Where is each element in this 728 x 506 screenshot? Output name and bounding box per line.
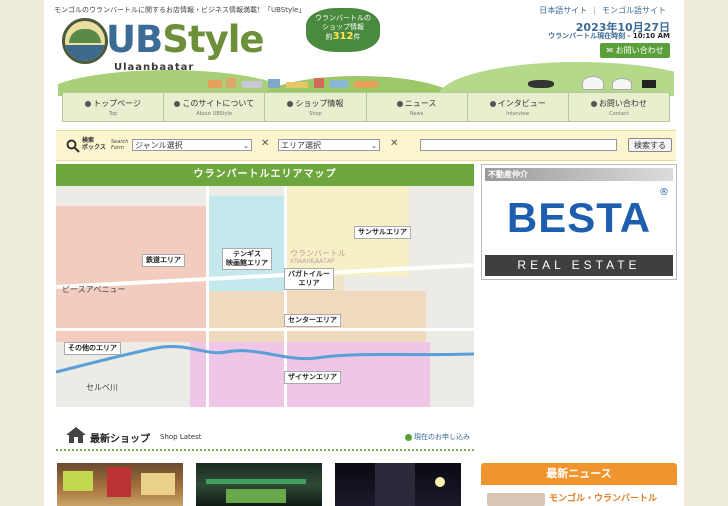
search-button[interactable]: 検索する [628,138,672,152]
main-navigation: トップページ Top このサイトについて About UBStyle ショップ情報 S… [62,92,670,122]
latest-shops-filter-label: 現在のお申し込み [414,433,470,441]
river-icon [56,345,474,374]
page: モンゴルのウランバートルに関するお店情報・ビジネス情報満載！「UBStyle」 … [44,0,684,506]
nav-news[interactable]: ニュース News [367,93,468,121]
besta-tagline: REAL ESTATE [485,255,673,276]
nav-bullet-icon [590,100,597,107]
nav-about-label: このサイトについて [182,99,255,108]
registered-mark: ® [659,187,669,198]
shop-thumbnail[interactable] [57,463,183,506]
news-item-title[interactable]: モンゴル・ウランバートル [549,491,657,504]
keyword-input[interactable] [420,139,617,151]
area-map-title: ウランバートルエリアマップ [56,164,474,186]
latest-news-heading: 最新ニュース [481,463,677,485]
latest-news-panel: 最新ニュース モンゴル・ウランバートル [481,463,677,506]
map-text-ub-mn: УЛААНБААТАР [290,258,335,265]
shop-count-number: 312 [332,31,354,42]
map-text-selbe-river: セルベ川 [86,383,118,392]
logo-style: Style [162,18,264,61]
contact-button-label: お問い合わせ [615,46,664,55]
nav-bullet-icon [287,100,294,107]
nav-contact-en: Contact [609,111,629,117]
besta-logo: BESTA ® REAL ESTATE [485,183,673,276]
time-label: ウランバートル現在時刻 - [548,32,633,40]
nav-contact-label: お問い合わせ [598,99,647,108]
nav-top-label: トップページ [93,99,141,108]
latest-shops-header: 最新ショップ Shop Latest 現在のお申し込み [56,421,474,451]
shop-count-suffix: 件 [353,33,361,41]
label-tengis-line1: テンギス [233,250,261,258]
nav-interview-en: Interview [506,111,530,117]
label-bagatoiruu-line2: エリア [298,279,320,287]
label-railway-area[interactable]: 鉄道エリア [142,254,185,267]
label-sansar-area[interactable]: サンサルエリア [354,226,411,239]
nav-shop[interactable]: ショップ情報 Shop [265,93,367,121]
search-box: 検索 ボックス Search Form ジャンル選択 ⌄ ✕ エリア選択 ⌄ ✕ 検索す… [56,130,676,161]
latest-shops-filter-link[interactable]: 現在のお申し込み [405,432,470,442]
search-label-line2: ボックス [82,144,106,151]
nav-shop-en: Shop [309,111,322,117]
search-label-en-line2: Form [111,145,124,151]
shop-count-line1: ウランバートルの [315,14,371,22]
shop-count-prefix: 約 [325,33,333,41]
nav-bullet-icon [85,100,92,107]
lang-link-mongolian[interactable]: モンゴル語サイト [602,6,666,15]
bullet-icon [405,433,412,441]
magnifier-icon [66,139,80,153]
real-estate-banner[interactable]: 不動産仲介 BESTA ® REAL ESTATE [481,164,677,280]
nav-contact[interactable]: お問い合わせ Contact [569,93,669,121]
site-tagline: モンゴルのウランバートルに関するお店情報・ビジネス情報満載！「UBStyle」 [54,6,306,14]
search-label: 検索 ボックス [82,137,106,151]
label-other-area[interactable]: その他のエリア [64,342,121,355]
house-icon [66,427,86,443]
nav-news-en: News [409,111,424,117]
nav-about-en: About UBStyle [196,111,233,117]
latest-shops-title: 最新ショップ [90,434,150,445]
genre-select[interactable]: ジャンル選択 ⌄ [132,139,252,151]
besta-brand: BESTA [506,194,652,241]
area-map-image[interactable]: 鉄道エリア テンギス 映画館エリア サンサルエリア バガトイルー エリア センターエ… [56,186,474,407]
nav-shop-label: ショップ情報 [295,99,344,108]
nav-interview-label: インタビュー [497,99,546,108]
real-estate-heading: 不動産仲介 [485,168,673,181]
language-links: 日本語サイト | モンゴル語サイト [539,6,666,15]
latest-shops-title-en: Shop Latest [160,433,202,441]
label-bagatoiruu-area[interactable]: バガトイルー エリア [284,268,334,290]
nav-about[interactable]: このサイトについて About UBStyle [164,93,266,121]
map-text-peace-avenue: ピースアベニュー [62,285,126,294]
area-map: ウランバートルエリアマップ 鉄道エリア テンギス 映画館エリア サンサルエリア バ… [56,164,474,407]
shop-thumbnail[interactable] [335,463,461,506]
nav-bullet-icon [489,100,496,107]
times-separator: ✕ [261,138,270,149]
search-label-en: Search Form [111,139,128,151]
area-select-value: エリア選択 [281,141,321,150]
shop-count-badge: ウランバートルの ショップ情報 約312件 [306,8,380,52]
current-time: ウランバートル現在時刻 - 10:10 AM [548,31,670,41]
lang-link-japanese[interactable]: 日本語サイト [539,6,587,15]
chevron-down-icon: ⌄ [243,142,249,150]
nav-top[interactable]: トップページ Top [63,93,165,121]
genre-select-value: ジャンル選択 [135,141,183,150]
nav-news-label: ニュース [404,99,437,108]
nav-bullet-icon [174,100,181,107]
logo-ub: UB [106,18,163,61]
nav-bullet-icon [396,100,403,107]
shop-thumbnail[interactable] [196,463,322,506]
area-select[interactable]: エリア選択 ⌄ [278,139,380,151]
label-tengis-line2: 映画館エリア [226,259,268,267]
news-thumbnail[interactable] [487,493,545,506]
chevron-down-icon: ⌄ [371,142,377,150]
label-tengis-area[interactable]: テンギス 映画館エリア [222,248,272,270]
header-scenery-illustration [58,56,674,96]
time-value: 10:10 AM [632,32,670,40]
nav-top-en: Top [108,111,118,117]
label-center-area[interactable]: センターエリア [284,314,341,327]
times-separator: ✕ [390,138,399,149]
search-label-line1: 検索 [82,137,95,144]
label-bagatoiruu-line1: バガトイルー [288,270,330,278]
nav-interview[interactable]: インタビュー Interview [468,93,569,121]
label-zaisan-area[interactable]: ザイサンエリア [284,371,341,384]
